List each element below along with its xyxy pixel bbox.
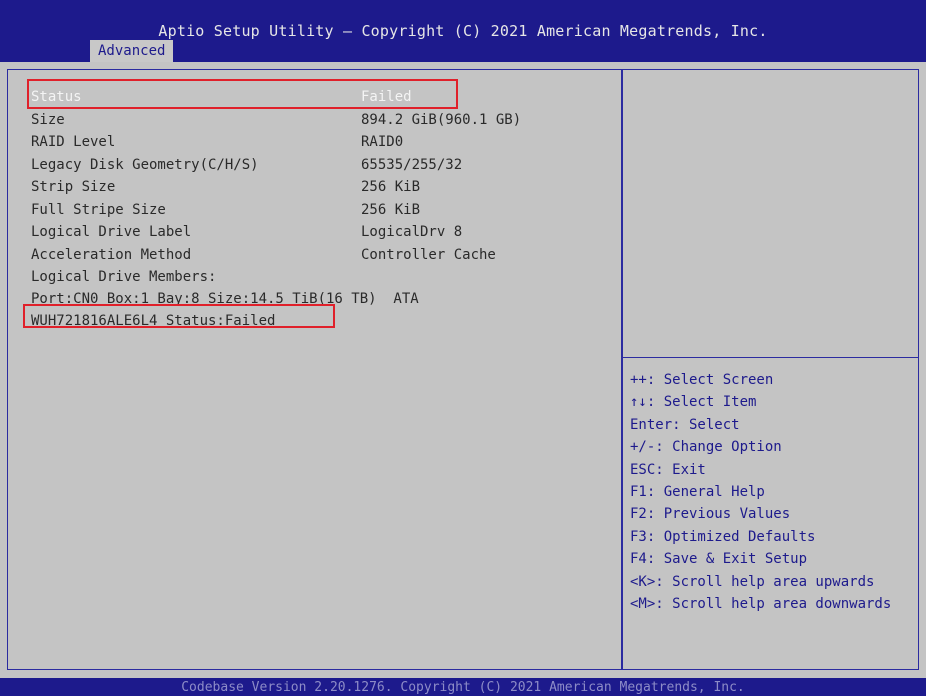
help-item-scroll-up: <K>: Scroll help area upwards (630, 573, 875, 590)
detail-label: Acceleration Method (31, 246, 192, 263)
tab-advanced[interactable]: Advanced (90, 40, 174, 62)
help-item-select-item: ↑↓: Select Item (630, 394, 757, 411)
help-divider (623, 357, 919, 358)
drive-status-highlight-box (23, 304, 335, 328)
help-item-esc: ESC: Exit (630, 461, 706, 478)
footer-bar: Codebase Version 2.20.1276. Copyright (C… (0, 678, 926, 696)
help-item-enter: Enter: Select (630, 416, 740, 433)
help-item-scroll-down: <M>: Scroll help area downwards (630, 595, 892, 612)
detail-label: RAID Level (31, 134, 116, 150)
detail-value: 256 KiB (361, 179, 421, 195)
help-item-select-screen: ++: Select Screen (630, 372, 774, 388)
footer-text: Codebase Version 2.20.1276. Copyright (C… (181, 680, 745, 695)
detail-label: Full Stripe Size (31, 201, 166, 218)
detail-value: RAID0 (361, 134, 404, 150)
detail-value: 256 KiB (361, 201, 421, 218)
detail-label: Strip Size (31, 179, 116, 195)
detail-value: 894.2 GiB(960.1 GB) (361, 111, 522, 128)
detail-value: Controller Cache (361, 246, 496, 263)
help-item-f2: F2: Previous Values (630, 506, 791, 523)
help-item-f1: F1: General Help (630, 483, 765, 500)
help-item-f3: F3: Optimized Defaults (630, 528, 816, 545)
detail-label: Legacy Disk Geometry(C/H/S) (31, 156, 259, 173)
main-panel: Status Failed Size 894.2 GiB(960.1 GB) R… (0, 62, 926, 678)
vertical-divider (621, 69, 623, 670)
help-item-f4: F4: Save & Exit Setup (630, 551, 808, 568)
detail-label: Logical Drive Label (31, 224, 192, 240)
detail-value: LogicalDrv 8 (361, 224, 463, 240)
status-highlight-box (27, 79, 458, 109)
title-bar: Aptio Setup Utility – Copyright (C) 2021… (0, 0, 926, 62)
app-title: Aptio Setup Utility – Copyright (C) 2021… (158, 22, 768, 40)
detail-value: 65535/255/32 (361, 156, 463, 173)
detail-label: Size (31, 111, 65, 128)
help-item-change-option: +/-: Change Option (630, 439, 782, 456)
members-heading: Logical Drive Members: (31, 269, 217, 285)
help-panel: ++: Select Screen ↑↓: Select Item Enter:… (630, 369, 891, 615)
